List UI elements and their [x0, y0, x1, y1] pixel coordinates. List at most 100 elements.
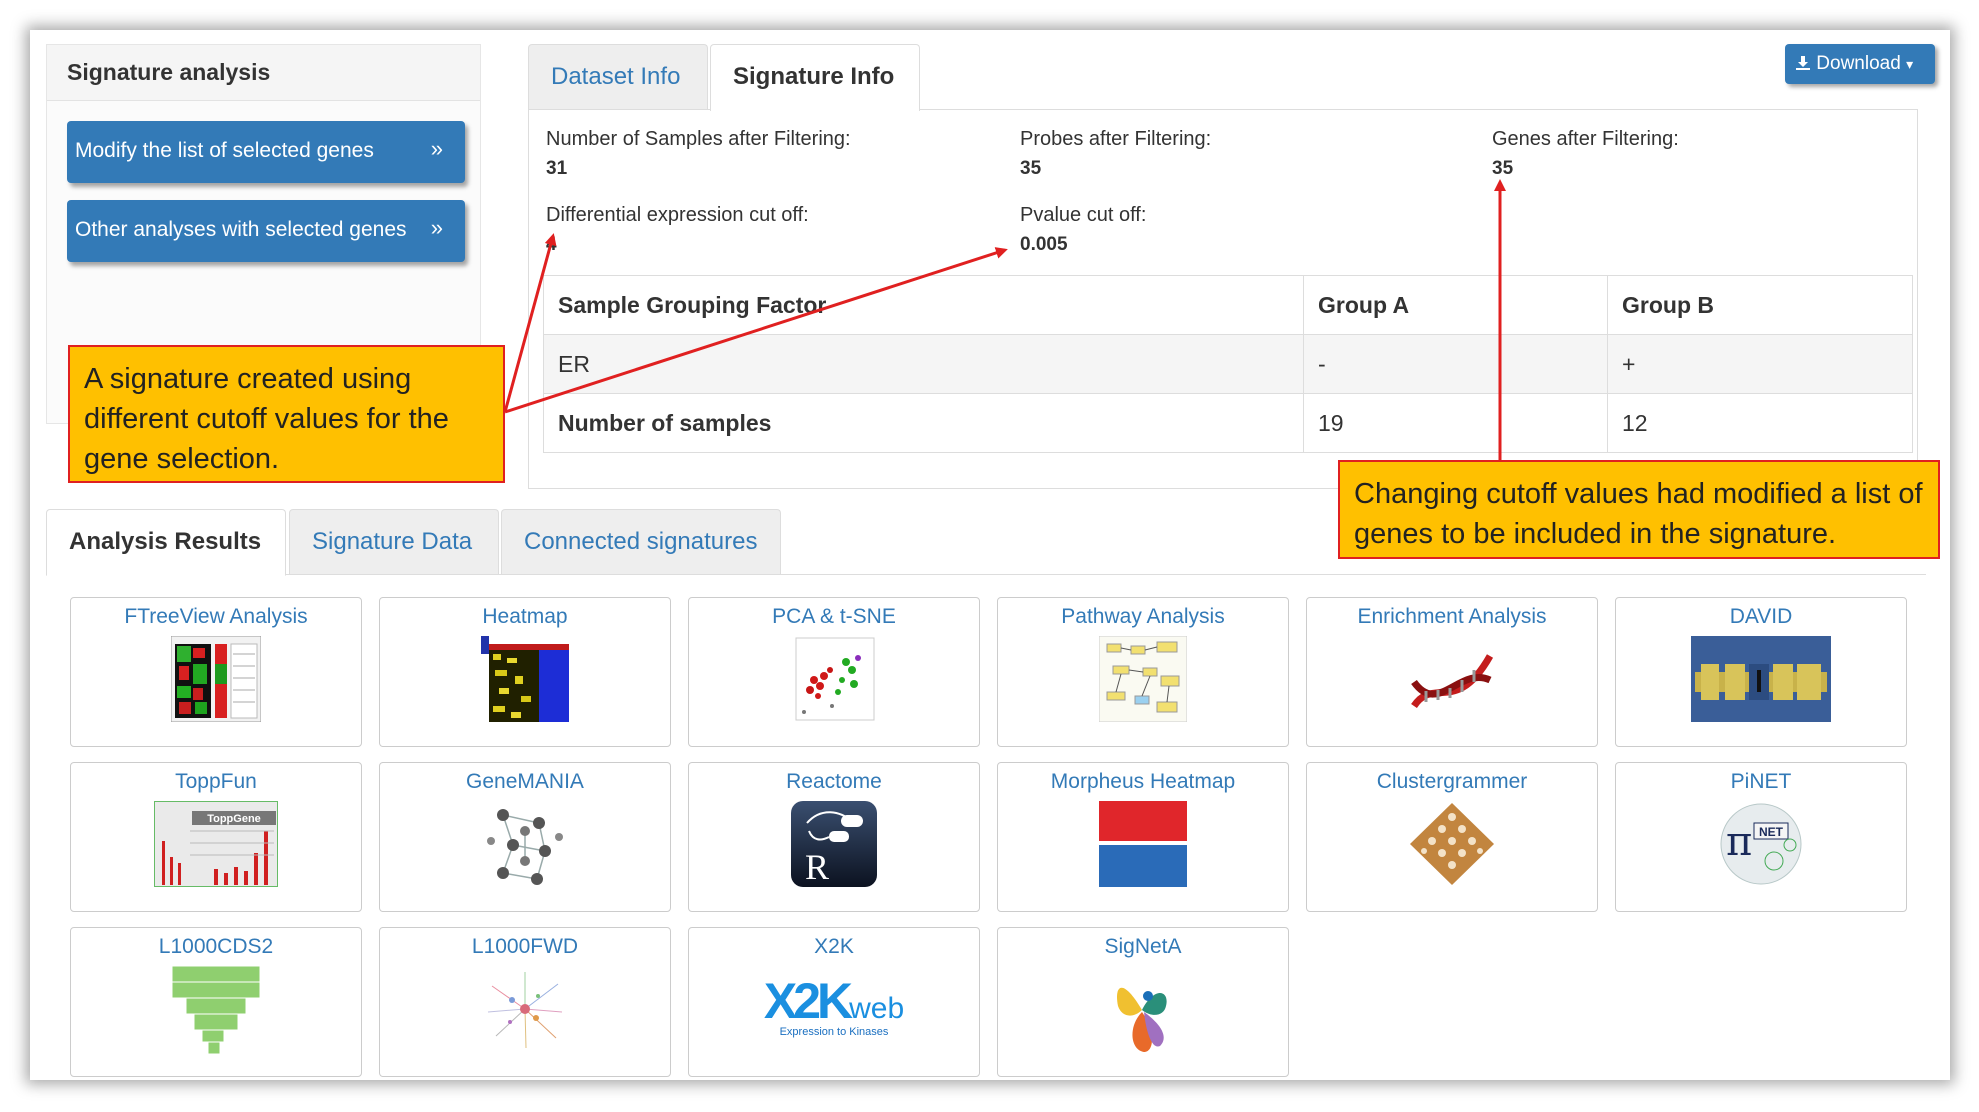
tile-label: GeneMANIA	[466, 770, 584, 793]
probes-after-filtering-label: Probes after Filtering:	[1020, 128, 1212, 150]
table-cell: Number of samples	[543, 393, 1304, 453]
morpheus-heatmap-icon	[1099, 801, 1187, 887]
tile-label: Reactome	[786, 770, 882, 793]
samples-after-filtering-label: Number of Samples after Filtering:	[546, 128, 851, 150]
table-header-cell: Sample Grouping Factor	[543, 275, 1304, 335]
tile-heatmap[interactable]: Heatmap	[379, 597, 671, 747]
tab-connected-signatures-label: Connected signatures	[524, 528, 758, 555]
dna-helix-icon	[1411, 654, 1494, 709]
tab-signature-info-label: Signature Info	[733, 63, 895, 90]
table-row: Number of samples 19 12	[543, 393, 1913, 453]
download-icon	[1796, 56, 1810, 70]
tile-label: X2K	[814, 935, 854, 958]
table-header-row: Sample Grouping Factor Group A Group B	[543, 275, 1913, 335]
tab-dataset-info-label: Dataset Info	[551, 63, 681, 90]
tile-label: Heatmap	[482, 605, 568, 628]
tab-signature-data[interactable]: Signature Data	[289, 509, 499, 575]
tile-l1000fwd[interactable]: L1000FWD	[379, 927, 671, 1077]
callout-gene-list-changed: Changing cutoff values had modified a li…	[1338, 460, 1940, 559]
pathway-diagram-icon	[1099, 636, 1187, 722]
double-chevron-right-icon: »	[430, 136, 443, 161]
tile-label: PCA & t-SNE	[772, 605, 896, 628]
svg-text:π: π	[1726, 819, 1752, 865]
table-cell: +	[1607, 334, 1913, 394]
tile-genemania[interactable]: GeneMANIA	[379, 762, 671, 912]
david-logo-icon	[1691, 636, 1831, 722]
modify-gene-list-label: Modify the list of selected genes	[75, 139, 374, 162]
signeta-butterfly-icon	[1117, 987, 1167, 1052]
clustergrammer-icon	[1410, 803, 1494, 885]
tile-label: Pathway Analysis	[1061, 605, 1225, 628]
tile-label: Enrichment Analysis	[1357, 605, 1547, 628]
table-cell: 12	[1607, 393, 1913, 453]
tab-analysis-results[interactable]: Analysis Results	[46, 509, 286, 576]
network-graph-icon	[487, 809, 563, 885]
table-cell: ER	[543, 334, 1304, 394]
tile-label: DAVID	[1729, 605, 1793, 628]
tile-pathway-analysis[interactable]: Pathway Analysis	[997, 597, 1289, 747]
pvalue-cutoff-value: 0.005	[1020, 234, 1068, 255]
samples-after-filtering-value: 31	[546, 158, 568, 179]
heatmap-icon	[481, 636, 569, 722]
sample-grouping-table: Sample Grouping Factor Group A Group B E…	[543, 275, 1913, 453]
tile-ftreeview[interactable]: FTreeView Analysis	[70, 597, 362, 747]
tile-pca-tsne[interactable]: PCA & t-SNE	[688, 597, 980, 747]
tab-signature-data-label: Signature Data	[312, 528, 473, 555]
tile-label: L1000CDS2	[158, 935, 274, 958]
tile-label: SigNetA	[1104, 935, 1182, 958]
tile-label: Morpheus Heatmap	[1050, 770, 1236, 793]
download-button[interactable]: Download ▾	[1785, 44, 1935, 84]
signature-analysis-title: Signature analysis	[47, 45, 480, 101]
diff-expression-cutoff-label: Differential expression cut off:	[546, 204, 809, 226]
table-header-cell: Group A	[1303, 275, 1608, 335]
tile-signeta[interactable]: SigNetA	[997, 927, 1289, 1077]
ftreeview-heatmap-icon	[171, 636, 261, 722]
toppgene-chart-icon: ToppGene	[154, 801, 278, 887]
diff-expression-cutoff-value: 4	[546, 234, 557, 255]
tile-enrichment-analysis[interactable]: Enrichment Analysis	[1306, 597, 1598, 747]
reactome-r-icon: R	[791, 801, 877, 887]
other-analyses-label: Other analyses with selected genes	[75, 218, 407, 241]
tile-l1000cds2[interactable]: L1000CDS2	[70, 927, 362, 1077]
tile-label: ToppFun	[175, 770, 257, 793]
l1000fwd-cloud-icon	[487, 972, 563, 1049]
tile-x2k[interactable]: X2K X2Kweb Expression to Kinases	[688, 927, 980, 1077]
tile-label: Clustergrammer	[1376, 770, 1528, 793]
genes-after-filtering-label: Genes after Filtering:	[1492, 128, 1679, 150]
other-analyses-button[interactable]: Other analyses with selected genes »	[67, 200, 465, 262]
x2k-logo-icon: X2Kweb Expression to Kinases	[759, 972, 909, 1038]
x2k-logo-tagline: Expression to Kinases	[779, 1026, 889, 1038]
svg-text:R: R	[805, 847, 829, 887]
genes-after-filtering-value: 35	[1492, 158, 1514, 179]
x2k-logo-main: X2K	[763, 973, 853, 1029]
signature-info-panel: Number of Samples after Filtering: 31 Pr…	[528, 109, 1918, 489]
caret-down-icon: ▾	[1906, 56, 1914, 72]
callout-cutoff-values: A signature created using different cuto…	[68, 345, 505, 483]
modify-gene-list-button[interactable]: Modify the list of selected genes »	[67, 121, 465, 183]
table-cell: -	[1303, 334, 1608, 394]
tile-label: PiNET	[1730, 770, 1792, 793]
tile-reactome[interactable]: Reactome R	[688, 762, 980, 912]
l1000cds2-icon	[172, 966, 260, 1055]
tab-dataset-info[interactable]: Dataset Info	[528, 44, 708, 110]
probes-after-filtering-value: 35	[1020, 158, 1042, 179]
pinet-logo-icon: π NET	[1720, 803, 1802, 885]
pvalue-cutoff-label: Pvalue cut off:	[1020, 204, 1147, 226]
tab-signature-info[interactable]: Signature Info	[710, 44, 920, 111]
table-row: ER - +	[543, 334, 1913, 394]
tab-connected-signatures[interactable]: Connected signatures	[501, 509, 781, 575]
svg-text:ToppGene: ToppGene	[207, 813, 261, 825]
double-chevron-right-icon: »	[430, 215, 443, 240]
table-cell: 19	[1303, 393, 1608, 453]
tile-david[interactable]: DAVID	[1615, 597, 1907, 747]
tile-clustergrammer[interactable]: Clustergrammer	[1306, 762, 1598, 912]
tile-pinet[interactable]: PiNET π NET	[1615, 762, 1907, 912]
pca-scatter-icon	[795, 637, 875, 721]
table-header-cell: Group B	[1607, 275, 1913, 335]
svg-text:NET: NET	[1759, 825, 1784, 839]
x2k-logo-sub: web	[849, 992, 905, 1025]
tab-analysis-results-label: Analysis Results	[69, 528, 262, 555]
tile-toppfun[interactable]: ToppFun ToppGene	[70, 762, 362, 912]
tile-morpheus-heatmap[interactable]: Morpheus Heatmap	[997, 762, 1289, 912]
tile-label: FTreeView Analysis	[124, 605, 308, 628]
